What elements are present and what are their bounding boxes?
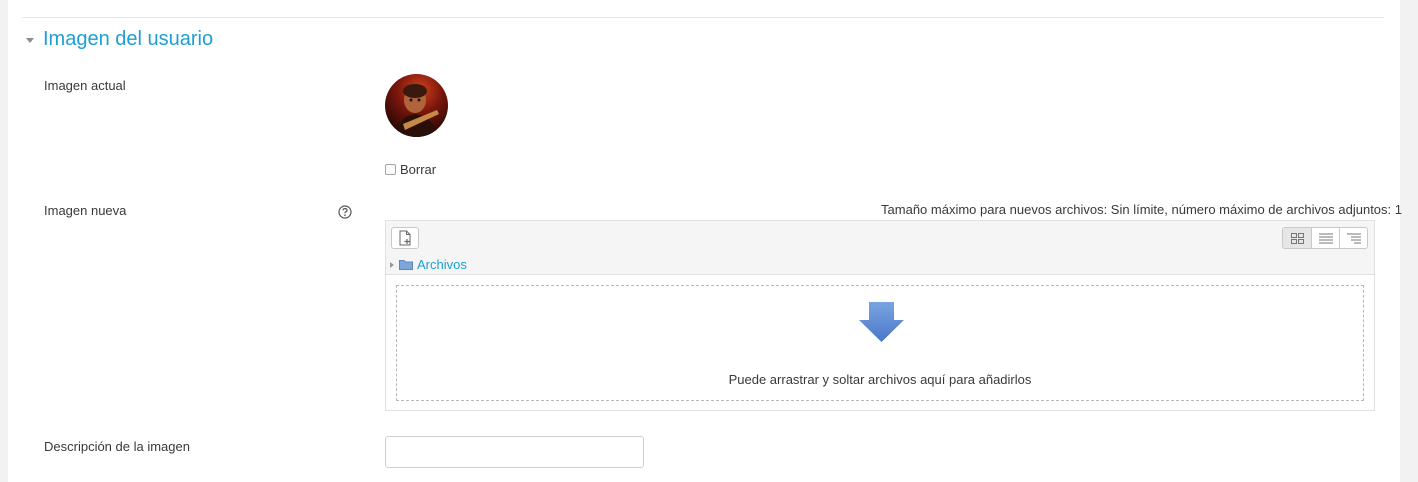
- file-breadcrumb: Archivos: [390, 257, 467, 272]
- list-view-icon: [1318, 233, 1333, 243]
- view-mode-switcher: [1282, 227, 1368, 249]
- add-file-icon: [399, 230, 411, 246]
- new-image-label: Imagen nueva: [44, 203, 127, 218]
- dropzone-instructions: Puede arrastrar y soltar archivos aquí p…: [728, 372, 1032, 387]
- section-title[interactable]: Imagen del usuario: [43, 28, 213, 51]
- image-description-input[interactable]: [385, 436, 644, 468]
- folder-icon: [399, 260, 413, 270]
- file-dropzone[interactable]: Puede arrastrar y soltar archivos aquí p…: [396, 285, 1364, 401]
- tree-view-button[interactable]: [1339, 228, 1367, 248]
- expand-arrow-icon[interactable]: [390, 261, 394, 268]
- upload-limits-text: Tamaño máximo para nuevos archivos: Sin …: [881, 202, 1402, 217]
- user-avatar: [385, 74, 448, 137]
- dropzone-area: Puede arrastrar y soltar archivos aquí p…: [386, 274, 1374, 410]
- page-scroll-rail: [1400, 0, 1418, 482]
- folder-link-archivos[interactable]: Archivos: [417, 257, 467, 272]
- collapse-caret-icon[interactable]: [26, 38, 34, 43]
- drop-arrow-icon: [859, 302, 904, 342]
- add-file-button[interactable]: [391, 227, 419, 249]
- section-header-toggle[interactable]: Imagen del usuario: [26, 28, 213, 51]
- delete-image-option[interactable]: Borrar: [385, 162, 436, 177]
- current-image-label: Imagen actual: [44, 78, 126, 93]
- grid-view-icon: [1290, 232, 1304, 244]
- question-circle-icon[interactable]: [338, 205, 352, 219]
- delete-image-checkbox[interactable]: [385, 164, 396, 175]
- list-view-button[interactable]: [1311, 228, 1339, 248]
- file-manager: Archivos Puede arrastrar y soltar archiv…: [385, 220, 1375, 411]
- section-divider: [22, 17, 1384, 18]
- tree-view-icon: [1346, 233, 1361, 243]
- grid-view-button[interactable]: [1283, 228, 1311, 248]
- image-description-label: Descripción de la imagen: [44, 439, 190, 454]
- delete-image-label[interactable]: Borrar: [400, 162, 436, 177]
